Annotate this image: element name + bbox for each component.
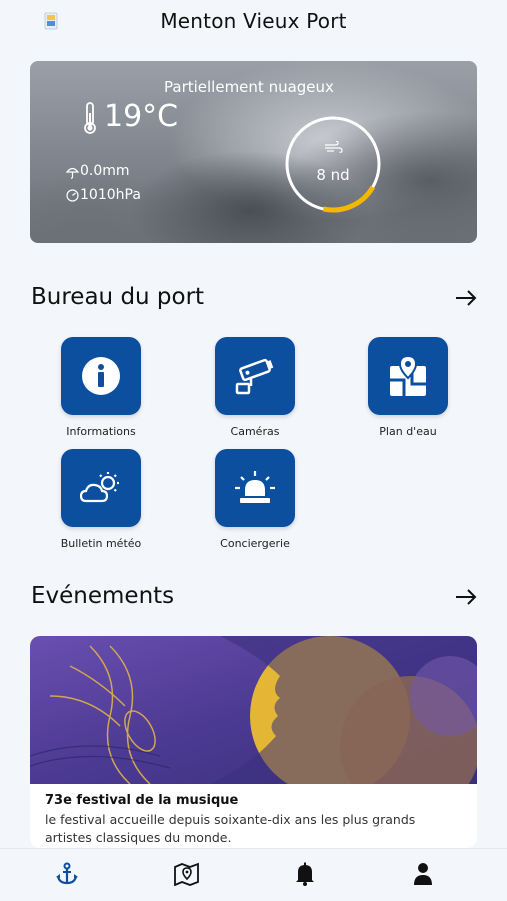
informations-label: Informations xyxy=(66,425,136,438)
bureau-arrow-icon[interactable] xyxy=(454,288,478,308)
weather-condition: Partiellement nuageux xyxy=(164,78,334,96)
events-arrow-icon[interactable] xyxy=(454,587,478,607)
conciergerie-label: Conciergerie xyxy=(220,537,290,550)
siren-icon xyxy=(235,471,275,503)
thermometer-icon xyxy=(84,102,96,134)
bureau-section-title: Bureau du port xyxy=(31,284,205,310)
weather-pressure: 1010hPa xyxy=(80,187,141,203)
map-pin-icon xyxy=(390,354,426,396)
camera-icon xyxy=(235,358,274,395)
weather-temperature: 19°C xyxy=(104,99,179,134)
event-card[interactable]: 73e festival de la musique le festival a… xyxy=(30,636,477,848)
cameras-label: Caméras xyxy=(230,425,280,438)
wind-gauge xyxy=(284,115,382,213)
cameras-tile[interactable] xyxy=(215,337,295,415)
bell-icon[interactable] xyxy=(294,862,316,886)
conciergerie-tile[interactable] xyxy=(215,449,295,527)
event-title: 73e festival de la musique xyxy=(45,793,239,808)
anchor-icon[interactable] xyxy=(55,862,79,886)
weather-card[interactable]: Partiellement nuageux 19°C 0.0mm 1010hPa… xyxy=(30,61,477,243)
event-image xyxy=(30,636,477,784)
wind-speed: 8 nd xyxy=(316,166,350,184)
wind-icon xyxy=(325,141,343,153)
bulletin-meteo-label: Bulletin météo xyxy=(60,537,142,550)
map-icon[interactable] xyxy=(174,862,200,886)
app-header: Menton Vieux Port xyxy=(0,0,507,44)
weather-icon xyxy=(80,472,119,503)
gauge-icon xyxy=(66,189,79,202)
weather-rain: 0.0mm xyxy=(80,163,130,179)
informations-tile[interactable] xyxy=(61,337,141,415)
plan-deau-tile[interactable] xyxy=(368,337,448,415)
plan-deau-label: Plan d'eau xyxy=(379,425,437,438)
umbrella-icon xyxy=(66,167,79,179)
app-title: Menton Vieux Port xyxy=(160,9,347,33)
info-icon xyxy=(82,357,120,395)
bottom-navigation xyxy=(0,848,507,901)
bulletin-meteo-tile[interactable] xyxy=(61,449,141,527)
events-section-title: Evénements xyxy=(31,583,175,609)
event-description: le festival accueille depuis soixante-di… xyxy=(45,812,416,845)
user-icon[interactable] xyxy=(413,862,433,886)
